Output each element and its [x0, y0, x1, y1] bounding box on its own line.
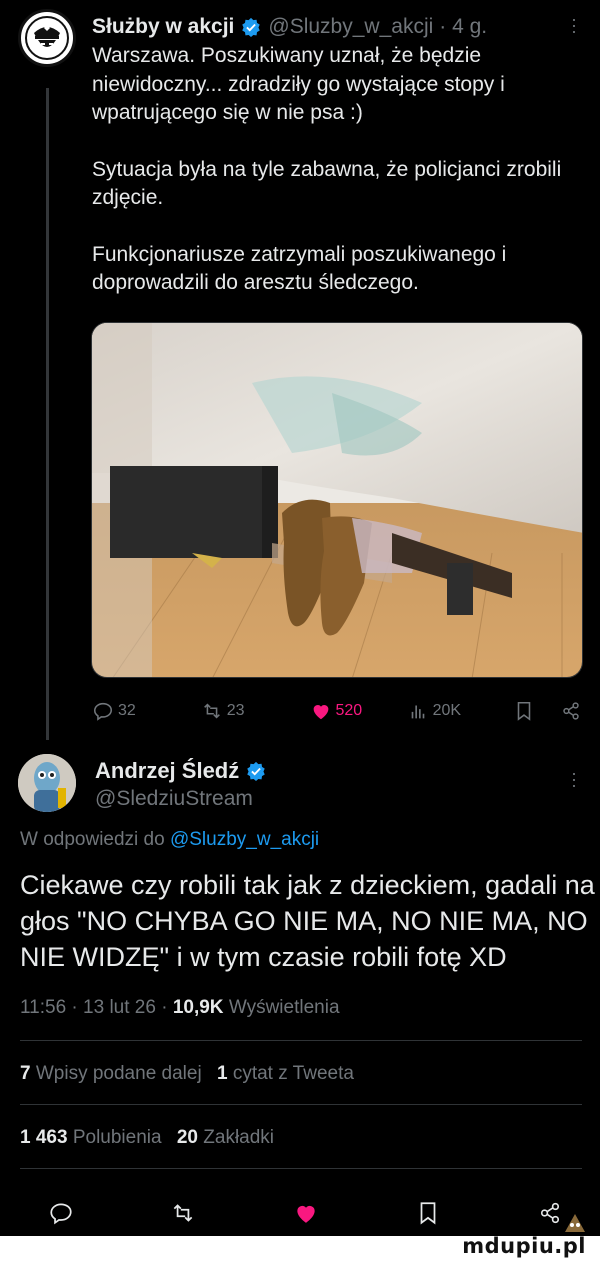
bookmark-icon	[518, 701, 531, 721]
tweet-actions	[48, 1195, 563, 1231]
retweet-action[interactable]: 23	[201, 700, 310, 722]
divider	[20, 1168, 582, 1169]
watermark: mdupiu.pl	[462, 1234, 586, 1258]
tweet-text: Ciekawe czy robili tak jak z dzieckiem, …	[20, 870, 595, 972]
divider	[20, 1040, 582, 1041]
avatar[interactable]	[18, 9, 76, 67]
divider	[20, 1104, 582, 1105]
tweet-date[interactable]: 13 lut 26	[83, 997, 156, 1018]
retweets-stat[interactable]: 7 Wpisy podane dalej 1 cytat z Tweeta	[20, 1063, 354, 1085]
more-icon[interactable]: · · ·	[568, 764, 578, 794]
reply-prefix: W odpowiedzi do	[20, 829, 170, 850]
likes-count: 1 463	[20, 1127, 68, 1148]
bookmark-action[interactable]	[513, 700, 560, 722]
views-action[interactable]: 20K	[407, 700, 514, 722]
likes-stat[interactable]: 1 463 Polubienia 20 Zakładki	[20, 1127, 274, 1149]
timestamp[interactable]: · 4 g.	[439, 15, 487, 39]
thread-connector	[46, 88, 49, 740]
verified-icon	[246, 761, 266, 781]
views-count: 20K	[432, 702, 462, 719]
reply-icon[interactable]	[48, 1200, 74, 1226]
reply-count: 32	[118, 702, 136, 719]
views-icon	[411, 705, 424, 719]
quotes-label: cytat z Tweeta	[232, 1063, 354, 1084]
reply-icon	[93, 702, 113, 721]
mascot-icon	[565, 1214, 585, 1232]
tweet-text: Warszawa. Poszukiwany uznał, że będzie n…	[92, 42, 572, 326]
more-icon[interactable]: · · ·	[568, 10, 578, 40]
author-name[interactable]: Służby w akcji	[92, 15, 234, 39]
reply-context: W odpowiedzi do @Sluzby_w_akcji	[20, 829, 319, 851]
share-action[interactable]	[560, 700, 582, 722]
bookmarks-count: 20	[176, 1127, 198, 1148]
views-label: Wyświetlenia	[228, 997, 340, 1018]
views-count: 10,9K	[172, 997, 224, 1018]
tweet-header: Służby w akcji @Sluzby_w_akcji · 4 g.	[92, 12, 580, 42]
reply-mention-link[interactable]: @Sluzby_w_akcji	[170, 829, 319, 850]
tweet-paragraph: Warszawa. Poszukiwany uznał, że będzie n…	[92, 44, 505, 124]
like-count: 520	[335, 702, 363, 719]
bookmark-icon[interactable]	[415, 1200, 441, 1226]
author-name[interactable]: Andrzej Śledź	[95, 758, 273, 784]
author-handle[interactable]: @SledziuStream	[95, 787, 253, 811]
author-name-text: Andrzej Śledź	[95, 758, 240, 783]
verified-icon	[241, 17, 261, 37]
police-badge-icon	[25, 16, 69, 60]
quote-tweets-label: Wpisy podane dalej	[35, 1063, 202, 1084]
like-icon[interactable]	[293, 1200, 319, 1226]
separator: ·	[161, 997, 173, 1018]
share-icon	[563, 702, 579, 720]
quote-tweets-count: 7	[20, 1063, 31, 1084]
quotes-count: 1	[216, 1063, 228, 1084]
reply-action[interactable]: 32	[92, 700, 201, 722]
tweet-paragraph: Funkcjonariusze zatrzymali poszukiwanego…	[92, 242, 507, 295]
tweet-time[interactable]: 11:56	[20, 997, 66, 1018]
tweet-paragraph: Sytuacja była na tyle zabawna, że policj…	[92, 157, 562, 210]
like-icon	[313, 705, 328, 720]
retweet-icon	[203, 703, 220, 719]
tweet-meta: 11:56 · 13 lut 26 · 10,9K Wyświetlenia	[20, 997, 340, 1019]
share-icon[interactable]	[537, 1200, 563, 1226]
bookmarks-label: Zakładki	[203, 1127, 275, 1148]
like-action[interactable]: 520	[310, 700, 407, 722]
author-handle[interactable]: @Sluzby_w_akcji	[268, 15, 433, 39]
retweet-icon[interactable]	[170, 1200, 196, 1226]
likes-label: Polubienia	[72, 1127, 162, 1148]
separator: ·	[71, 997, 84, 1018]
avatar[interactable]	[18, 754, 76, 812]
tweet-photo[interactable]	[91, 322, 583, 678]
retweet-count: 23	[226, 702, 245, 719]
tweet-actions: 32 23 520 20K	[92, 696, 582, 726]
